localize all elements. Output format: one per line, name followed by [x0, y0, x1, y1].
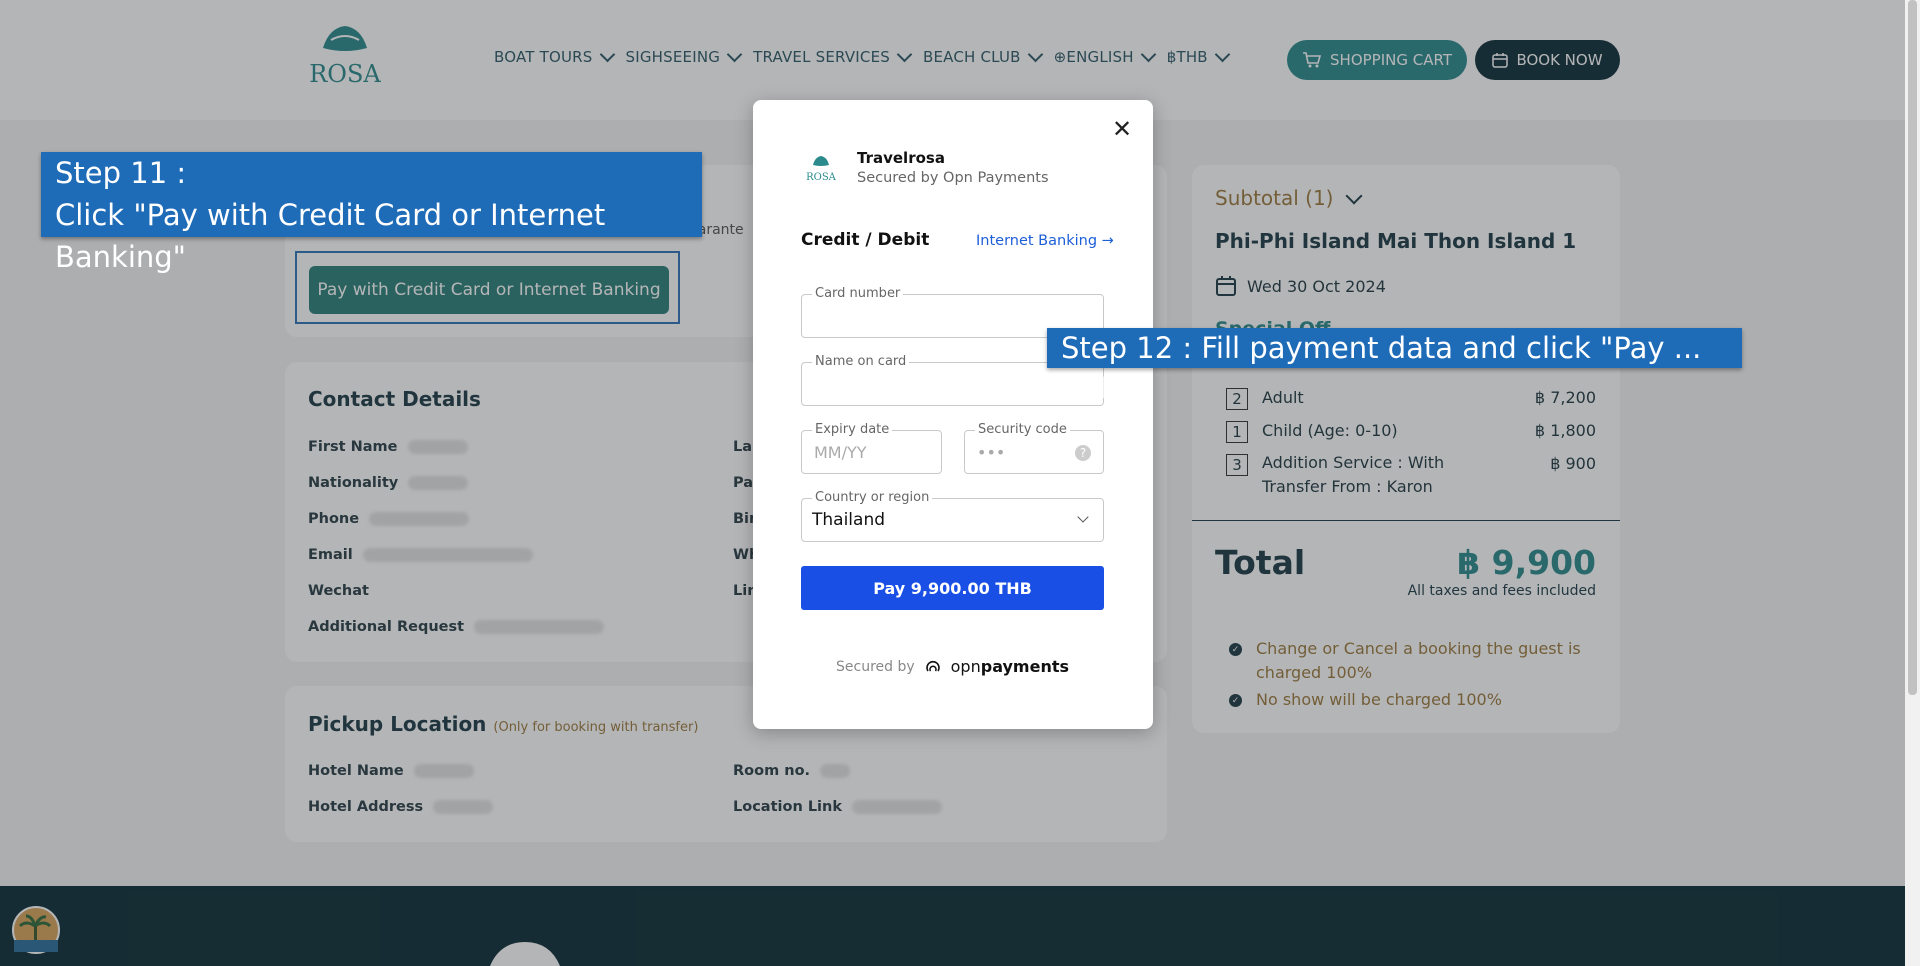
secured-by-text: Secured by Opn Payments: [857, 170, 1049, 186]
close-icon[interactable]: ✕: [1111, 117, 1133, 141]
security-code-placeholder: •••: [977, 443, 1006, 462]
name-on-card-field[interactable]: Name on card: [801, 354, 1104, 406]
merchant-name: Travelrosa: [857, 149, 945, 167]
expiry-date-field[interactable]: Expiry date MM/YY: [801, 422, 942, 474]
help-icon[interactable]: ?: [1075, 445, 1091, 461]
chevron-down-icon: [1077, 511, 1089, 523]
merchant-logo: ROSA: [804, 152, 838, 186]
pay-submit-button[interactable]: Pay 9,900.00 THB: [801, 566, 1104, 610]
modal-footer: Secured by opnpayments: [836, 657, 1070, 676]
card-number-label: Card number: [812, 286, 904, 301]
name-on-card-label: Name on card: [812, 354, 910, 369]
country-value: Thailand: [812, 510, 886, 530]
expiry-placeholder: MM/YY: [814, 443, 867, 462]
step-11-annotation: Step 11 : Click "Pay with Credit Card or …: [41, 152, 702, 274]
payment-modal: [753, 100, 1153, 729]
expiry-label: Expiry date: [812, 422, 893, 437]
security-code-label: Security code: [975, 422, 1070, 437]
step-12-annotation: Step 12 : Fill payment data and click "P…: [1047, 328, 1742, 405]
opn-logo-icon: [925, 660, 940, 671]
security-code-field[interactable]: Security code •••?: [964, 422, 1104, 474]
svg-text:ROSA: ROSA: [806, 172, 837, 183]
tab-credit-debit[interactable]: Credit / Debit: [801, 230, 929, 250]
internet-banking-link[interactable]: Internet Banking →: [976, 233, 1114, 249]
country-label: Country or region: [812, 490, 933, 505]
country-select[interactable]: Country or region Thailand: [801, 490, 1104, 542]
scrollbar-thumb[interactable]: [1908, 0, 1917, 695]
